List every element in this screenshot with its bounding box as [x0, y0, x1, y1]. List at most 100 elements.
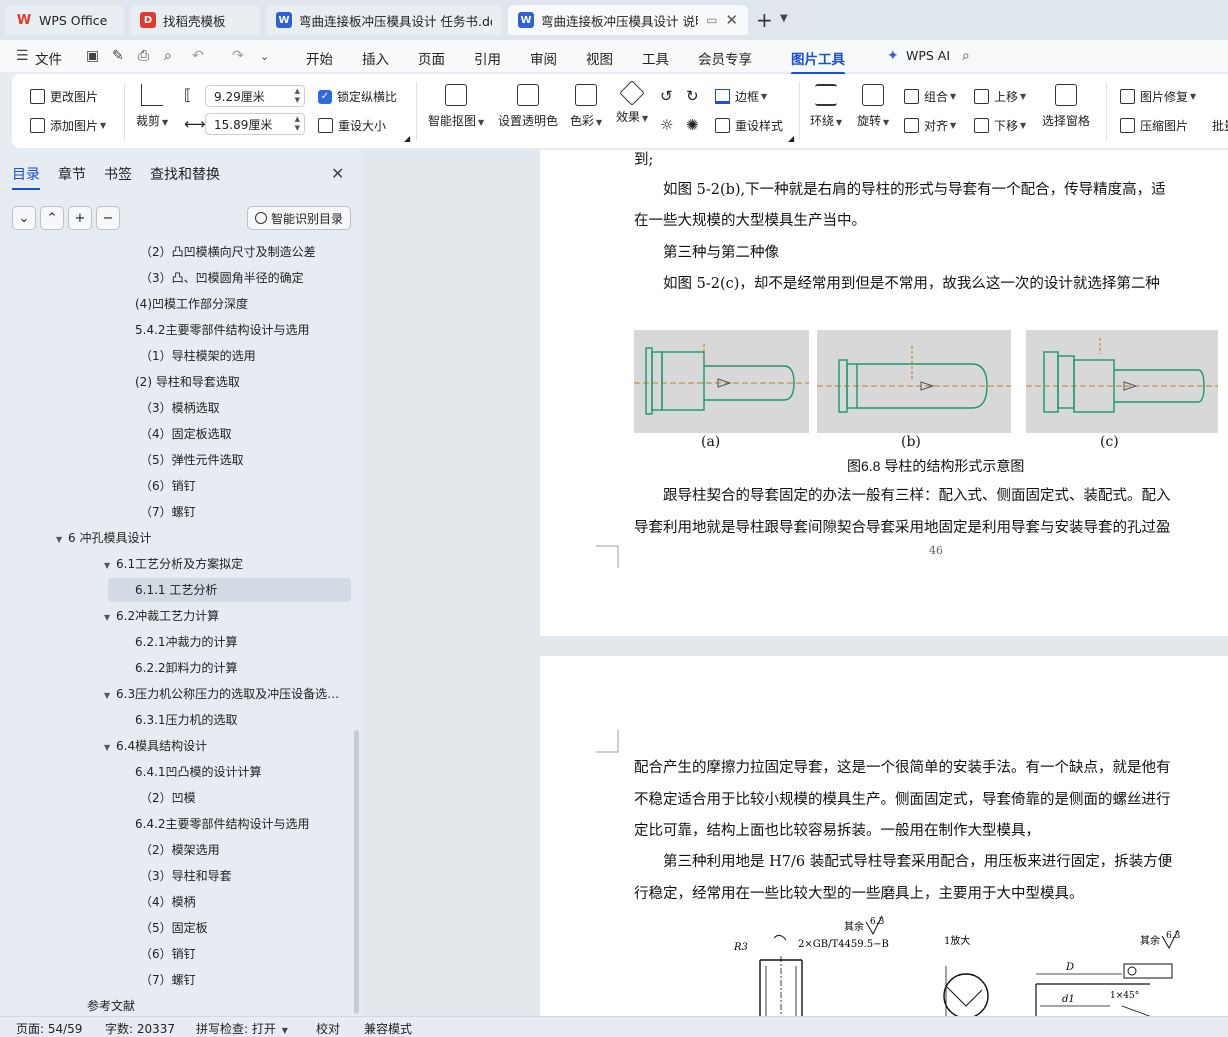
toc-item[interactable]: ▼ 6.2冲裁工艺力计算	[104, 604, 219, 628]
brightness-down-icon[interactable]: ✺	[686, 116, 699, 134]
toc-item[interactable]: （2）凸凹模横向尺寸及制造公差	[140, 240, 316, 264]
toc-item[interactable]: （5）固定板	[140, 916, 208, 940]
tab-chapter[interactable]: 章节	[58, 164, 86, 184]
redo-icon[interactable]: ↷	[232, 48, 244, 64]
toc-item[interactable]: 6.3.1压力机的选取	[135, 708, 238, 732]
sidebar-scrollbar[interactable]	[354, 730, 359, 1014]
effect-button[interactable]: 效果 ▼	[616, 80, 648, 125]
tab-task-doc[interactable]: W 弯曲连接板冲压模具设计 任务书.doc	[266, 5, 502, 35]
reset-style-button[interactable]: 重设样式	[715, 117, 783, 134]
print-preview-icon[interactable]: ⌕	[164, 48, 172, 64]
guide-pillar-figure-b[interactable]	[817, 330, 1011, 433]
toc-item[interactable]: （7）螺钉	[140, 500, 196, 524]
picture-repair-button[interactable]: 图片修复 ▼	[1120, 88, 1196, 105]
rotate-left-icon[interactable]: ↺	[660, 87, 673, 105]
menu-file[interactable]: 文件	[35, 48, 62, 68]
toc-item[interactable]: （3）模柄选取	[140, 396, 220, 420]
add-heading-button[interactable]: +	[68, 206, 92, 230]
toc-item[interactable]: （4）固定板选取	[140, 422, 232, 446]
menu-wps-ai[interactable]: WPS AI	[906, 48, 950, 63]
toc-item[interactable]: 6.2.1冲裁力的计算	[135, 630, 238, 654]
collapse-down-button[interactable]: ⌄	[12, 206, 36, 230]
smart-toc-button[interactable]: 智能识别目录	[247, 206, 351, 230]
toc-item[interactable]: （2）凹模	[140, 786, 196, 810]
menu-tools[interactable]: 工具	[642, 48, 669, 68]
toc-item[interactable]: （6）销钉	[140, 474, 196, 498]
search-icon[interactable]: ⌕	[962, 48, 970, 64]
toc-item[interactable]: （2）模架选用	[140, 838, 220, 862]
toc-item[interactable]: (2) 导柱和导套选取	[135, 370, 240, 394]
save-icon[interactable]: ▣	[86, 48, 99, 64]
word-count[interactable]: 字数: 20337	[105, 1020, 175, 1037]
toc-item[interactable]: （6）销钉	[140, 942, 196, 966]
print-icon[interactable]: ⎙	[138, 48, 149, 64]
tab-template[interactable]: D 找稻壳模板	[130, 5, 260, 35]
menu-member[interactable]: 会员专享	[698, 48, 752, 68]
document-canvas[interactable]: 到; 如图 5-2(b),下一种就是右肩的导柱的形式与导套有一个配合，传导精度高…	[364, 150, 1228, 1016]
toc-item[interactable]: （7）螺钉	[140, 968, 196, 992]
hamburger-icon[interactable]: ☰	[16, 48, 29, 64]
toc-item[interactable]: ▼ 6.4模具结构设计	[104, 734, 207, 758]
spin-arrows-icon[interactable]: ▲ ▼	[295, 115, 300, 133]
expand-triangle-icon[interactable]: ▼	[56, 528, 68, 552]
border-button[interactable]: 边框 ▼	[715, 88, 767, 105]
toc-item[interactable]: (4)凹模工作部分深度	[135, 292, 248, 316]
crop-button[interactable]: 裁剪 ▼	[136, 84, 168, 129]
add-picture-button[interactable]: 添加图片 ▼	[30, 117, 106, 134]
batch-button[interactable]: 批量	[1212, 117, 1228, 134]
menu-picture-tools[interactable]: 图片工具	[791, 48, 845, 75]
monitor-icon[interactable]: ▭	[706, 13, 717, 27]
selection-pane-button[interactable]: 选择窗格	[1042, 84, 1090, 129]
guide-pillar-figure-a[interactable]	[634, 330, 809, 433]
spin-arrows-icon[interactable]: ▲ ▼	[295, 87, 300, 105]
width-input[interactable]: 15.89厘米 ▲ ▼	[205, 113, 305, 135]
toc-item[interactable]: 参考文献	[87, 994, 135, 1018]
color-button[interactable]: 色彩 ▼	[570, 84, 602, 129]
set-transparent-button[interactable]: 设置透明色	[498, 84, 558, 129]
toc-item[interactable]: 6.4.1凹凸模的设计计算	[135, 760, 262, 784]
close-icon[interactable]: ✕	[725, 11, 738, 29]
proofread[interactable]: 校对	[316, 1020, 340, 1037]
toc-item[interactable]: ▼ 6.1工艺分析及方案拟定	[104, 552, 243, 576]
expand-triangle-icon[interactable]: ▼	[104, 684, 116, 708]
expand-triangle-icon[interactable]: ▼	[104, 554, 116, 578]
group-button[interactable]: 组合 ▼	[904, 88, 956, 105]
toc-item[interactable]: （3）凸、凹模圆角半径的确定	[140, 266, 304, 290]
more-chevron-icon[interactable]: ⌄	[260, 50, 269, 63]
move-up-button[interactable]: 上移 ▼	[974, 88, 1026, 105]
rotate-right-icon[interactable]: ↻	[686, 87, 699, 105]
tab-design-doc[interactable]: W 弯曲连接板冲压模具设计 说明 ▭ ✕	[508, 5, 748, 35]
tab-find-replace[interactable]: 查找和替换	[150, 164, 220, 184]
spell-check[interactable]: 拼写检查: 打开 ▼	[196, 1020, 288, 1037]
compress-picture-button[interactable]: 压缩图片	[1120, 117, 1188, 134]
menu-view[interactable]: 视图	[586, 48, 613, 68]
toc-item[interactable]: ▼ 6 冲孔模具设计	[56, 526, 151, 550]
tab-bookmark[interactable]: 书签	[104, 164, 132, 184]
dialog-launcher-icon[interactable]: ◢	[404, 134, 410, 143]
menu-page[interactable]: 页面	[418, 48, 445, 68]
guide-pillar-figure-c[interactable]	[1026, 330, 1218, 433]
wrap-button[interactable]: 环绕 ▼	[810, 84, 842, 129]
compat-mode[interactable]: 兼容模式	[364, 1020, 412, 1037]
guide-sleeve-drawing[interactable]: 其余 6.3 R3 2×GB/T4459.5−B 1放大 其余 6.3 D d1…	[730, 910, 1210, 1016]
toc-item[interactable]: ▼ 6.3压力机公称压力的选取及冲压设备选…	[104, 682, 339, 706]
toc-item[interactable]: （4）模柄	[140, 890, 196, 914]
page-indicator[interactable]: 页面: 54/59	[16, 1020, 82, 1037]
move-down-button[interactable]: 下移 ▼	[974, 117, 1026, 134]
brightness-up-icon[interactable]: ☼	[660, 116, 673, 134]
lock-ratio-checkbox[interactable]: ✓ 锁定纵横比	[318, 88, 397, 105]
toc-item[interactable]: （1）导柱模架的选用	[140, 344, 256, 368]
toc-item[interactable]: 6.2.2卸料力的计算	[135, 656, 238, 680]
expand-triangle-icon[interactable]: ▼	[104, 606, 116, 630]
reset-size-button[interactable]: 重设大小	[318, 117, 386, 134]
smart-cutout-button[interactable]: 智能抠图 ▼	[428, 84, 484, 129]
tab-wps-office[interactable]: W WPS Office	[6, 5, 124, 35]
change-picture-button[interactable]: 更改图片	[30, 88, 98, 105]
menu-review[interactable]: 审阅	[530, 48, 557, 68]
toc-item[interactable]: 6.4.2主要零部件结构设计与选用	[135, 812, 310, 836]
menu-reference[interactable]: 引用	[474, 48, 501, 68]
format-painter-icon[interactable]: ✎	[112, 48, 124, 64]
remove-heading-button[interactable]: −	[96, 206, 120, 230]
toc-item[interactable]: 5.4.2主要零部件结构设计与选用	[135, 318, 310, 342]
collapse-up-button[interactable]: ⌃	[40, 206, 64, 230]
